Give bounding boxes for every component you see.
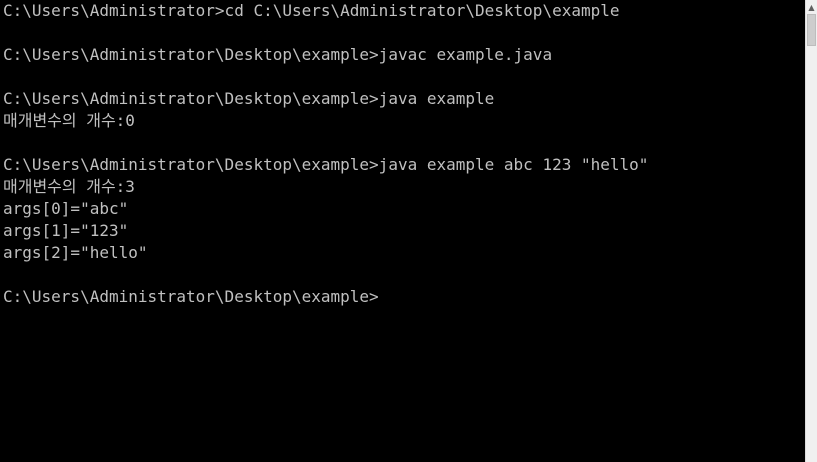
console-output: 매개변수의 개수:3 xyxy=(3,177,135,196)
scrollbar-thumb[interactable] xyxy=(807,14,816,46)
console-line: C:\Users\Administrator>cd C:\Users\Admin… xyxy=(3,1,620,20)
vertical-scrollbar[interactable]: ▲ xyxy=(805,0,817,462)
console-prompt[interactable]: C:\Users\Administrator\Desktop\example> xyxy=(0,286,805,308)
chevron-up-icon[interactable]: ▲ xyxy=(806,0,817,14)
console-line: C:\Users\Administrator\Desktop\example>j… xyxy=(3,89,495,108)
console-output: 매개변수의 개수:0 xyxy=(3,111,135,130)
console-window[interactable]: C:\Users\Administrator>cd C:\Users\Admin… xyxy=(0,0,805,462)
console-output: args[0]="abc" xyxy=(3,199,129,218)
console-line: C:\Users\Administrator\Desktop\example>j… xyxy=(3,45,553,64)
console-line: C:\Users\Administrator\Desktop\example>j… xyxy=(3,155,649,174)
console-output: args[2]="hello" xyxy=(3,243,148,262)
console-output: args[1]="123" xyxy=(3,221,129,240)
